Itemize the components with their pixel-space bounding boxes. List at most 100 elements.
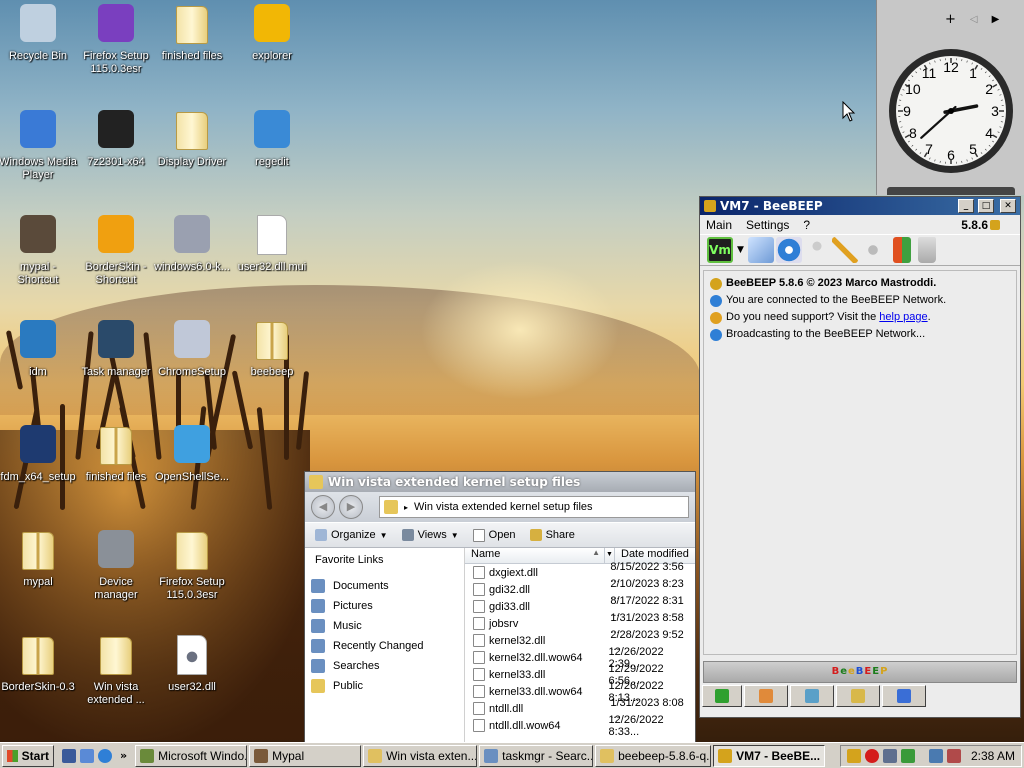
menu-main[interactable]: Main <box>706 218 732 232</box>
taskbar-button[interactable]: Microsoft Windo... <box>135 744 248 767</box>
beebeep-tray-icon[interactable] <box>846 748 861 763</box>
profile-card-icon[interactable] <box>747 237 774 263</box>
dll-file-icon <box>473 668 485 681</box>
start-button[interactable]: Start <box>2 744 54 767</box>
explorer-quicklaunch-icon[interactable] <box>80 748 94 763</box>
network-tray-icon[interactable] <box>928 748 943 763</box>
add-gadget-button[interactable]: + <box>945 12 956 27</box>
menu-settings[interactable]: Settings <box>746 218 789 232</box>
nav-link[interactable]: Recently Changed <box>305 636 464 656</box>
desktop-icon[interactable]: 7z2301-x64 <box>76 106 156 169</box>
desktop-icon-label: Win vista extended ... <box>87 681 145 706</box>
tab-chat[interactable] <box>702 685 742 707</box>
desktop-icon[interactable]: mypal - Shortcut <box>0 211 78 287</box>
beebeep-titlebar[interactable]: VM7 - BeeBEEP _ □ ✕ <box>700 197 1020 215</box>
taskbar-button[interactable]: VM7 - BeeBE... <box>713 744 826 767</box>
next-gadget-button[interactable]: ▶ <box>992 12 1000 27</box>
file-name-cell: kernel33.dll.wow64 <box>465 685 607 698</box>
column-name[interactable]: Name ▲ <box>465 548 605 563</box>
taskbar: Start » Microsoft Windo... Mypal Win vista… <box>0 742 1024 768</box>
tab-files[interactable] <box>882 685 926 707</box>
explorer-titlebar[interactable]: Win vista extended kernel setup files <box>305 472 695 492</box>
desktop-icon[interactable]: user32.dll.mui <box>232 211 312 274</box>
desktop-icon[interactable]: Device manager <box>76 526 156 602</box>
desktop-icon[interactable]: BorderSkin-0.3 <box>0 631 78 694</box>
clock-time[interactable]: 2:38 AM <box>971 749 1015 763</box>
chat-area[interactable]: BeeBEEP 5.8.6 © 2023 Marco Mastroddi. You… <box>703 270 1017 655</box>
nav-link-icon <box>311 599 325 613</box>
desktop-icon[interactable]: explorer <box>232 0 312 63</box>
desktop-icon[interactable]: idm <box>0 316 78 379</box>
chevron-down-icon[interactable]: ▼ <box>737 245 744 255</box>
desktop-icon[interactable]: mypal <box>0 526 78 589</box>
address-bar[interactable]: ▸ Win vista extended kernel setup files <box>379 496 689 518</box>
taskbar-button[interactable]: beebeep-5.8.6-q... <box>595 744 712 767</box>
taskbar-button[interactable]: Mypal <box>249 744 362 767</box>
desktop-icon[interactable]: ChromeSetup <box>152 316 232 379</box>
beebeep-small-logo-icon <box>990 220 1000 230</box>
media-player-icon <box>14 106 62 154</box>
previous-gadget-button[interactable]: ◁ <box>970 12 978 27</box>
antivirus-icon[interactable] <box>900 748 915 763</box>
desktop-icon[interactable]: finished files <box>152 0 232 63</box>
tools-icon[interactable] <box>859 237 886 263</box>
tab-users[interactable] <box>744 685 788 707</box>
show-desktop-icon[interactable] <box>62 748 76 763</box>
desktop-icon[interactable]: Firefox Setup 115.0.3esr <box>76 0 156 76</box>
folder-icon <box>168 526 216 574</box>
version-label: 5.8.6 <box>961 218 988 232</box>
desktop-icon[interactable]: Windows Media Player <box>0 106 78 182</box>
column-name-label: Name <box>471 548 501 560</box>
close-button[interactable]: ✕ <box>1000 199 1016 213</box>
views-button[interactable]: Views ▼ <box>401 529 459 541</box>
nav-link[interactable]: Pictures <box>305 596 464 616</box>
vm-status-button[interactable]: Vm <box>707 237 733 263</box>
desktop-icon[interactable]: Win vista extended ... <box>76 631 156 707</box>
open-button[interactable]: Open <box>472 528 516 542</box>
share-button[interactable]: Share <box>529 529 575 541</box>
file-row[interactable]: ntdll.dll.wow64 12/26/2022 8:33... <box>465 714 695 738</box>
registry-cubes-icon <box>248 106 296 154</box>
tab-network[interactable] <box>790 685 834 707</box>
desktop-icon[interactable]: BorderSkin - Shortcut <box>76 211 156 287</box>
raccoon-icon <box>14 211 62 259</box>
organize-button[interactable]: Organize ▼ <box>315 529 388 541</box>
trash-icon[interactable] <box>917 237 936 263</box>
menu-help[interactable]: ? <box>803 218 810 232</box>
desktop-icon[interactable]: fdm_x64_setup <box>0 421 78 484</box>
forward-button[interactable]: ▶ <box>339 495 363 519</box>
desktop-icon[interactable]: OpenShellSe... <box>152 421 232 484</box>
speaker-icon[interactable] <box>882 748 897 763</box>
desktop-icon[interactable]: finished files <box>76 421 156 484</box>
desktop-icon[interactable]: Firefox Setup 115.0.3esr <box>152 526 232 602</box>
taskbar-button[interactable]: Win vista exten... <box>363 744 478 767</box>
desktop-icon[interactable]: Display Driver <box>152 106 232 169</box>
desktop-icon[interactable]: Task manager <box>76 316 156 379</box>
taskbar-button[interactable]: taskmgr - Searc... <box>479 744 594 767</box>
desktop-icon-label: explorer <box>252 50 292 62</box>
desktop-icon[interactable]: Recycle Bin <box>0 0 78 63</box>
clock-numeral: 2 <box>985 81 993 97</box>
network-icon[interactable] <box>775 237 802 263</box>
security-alert-icon[interactable] <box>864 748 879 763</box>
maximize-button[interactable]: □ <box>978 199 994 213</box>
edit-pencil-icon[interactable] <box>831 237 858 263</box>
desktop-icon[interactable]: regedit <box>232 106 312 169</box>
minimize-button[interactable]: _ <box>958 199 974 213</box>
menu-bar: Main Settings ? 5.8.6 <box>700 215 1020 234</box>
nav-link[interactable]: Documents <box>305 576 464 596</box>
desktop-icon[interactable]: beebeep <box>232 316 312 379</box>
desktop-icon[interactable]: user32.dll <box>152 631 232 694</box>
nav-link[interactable]: Public <box>305 676 464 696</box>
desktop-icon[interactable]: windows6.0-k... <box>152 211 232 274</box>
help-page-link[interactable]: help page <box>879 311 927 323</box>
tab-groups[interactable] <box>836 685 880 707</box>
more-quicklaunch-button[interactable]: » <box>120 749 127 762</box>
nav-link[interactable]: Searches <box>305 656 464 676</box>
back-button[interactable]: ◀ <box>311 495 335 519</box>
arrows-up-down-icon[interactable] <box>892 237 911 263</box>
volume-muted-icon[interactable] <box>946 748 961 763</box>
nav-link[interactable]: Music <box>305 616 464 636</box>
internet-explorer-icon[interactable] <box>98 748 112 763</box>
user-icon[interactable] <box>803 237 830 263</box>
